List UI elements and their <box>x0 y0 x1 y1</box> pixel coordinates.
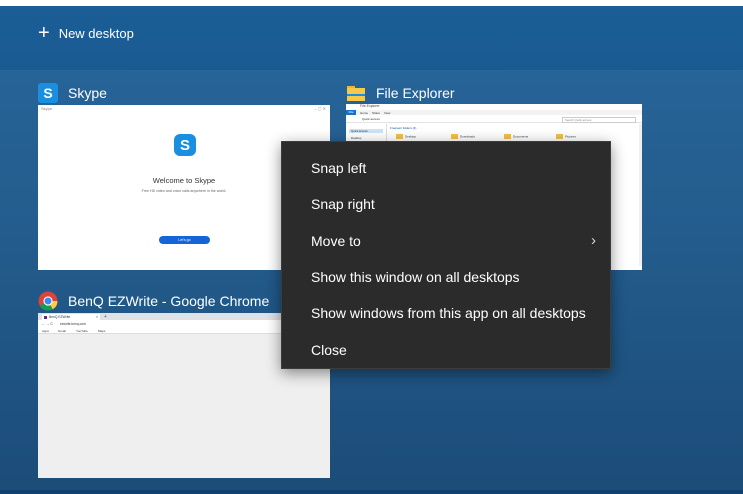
nav-arrows-icon: ← → C <box>42 321 53 326</box>
skype-title-label: Skype <box>68 85 107 101</box>
fe-ribbon-tabs: File Home Share View <box>346 110 642 115</box>
fe-address-bar: Quick access Search Quick access <box>346 116 642 123</box>
favicon-icon <box>44 315 47 319</box>
fe-tab-view: View <box>384 110 391 115</box>
plus-icon: + <box>38 22 50 44</box>
bookmark-item: Apps <box>42 328 49 333</box>
skype-thumb-titlebar: Skype – ▢ ✕ <box>38 105 330 112</box>
fe-folder-item: Pictures <box>556 134 576 139</box>
skype-window-title[interactable]: S Skype <box>38 83 107 103</box>
chrome-icon <box>38 291 58 311</box>
chevron-right-icon: › <box>591 232 596 250</box>
folder-icon <box>556 134 563 139</box>
fe-address-path: Quick access <box>362 117 380 121</box>
file-explorer-title-label: File Explorer <box>376 85 455 101</box>
fe-tab-share: Share <box>372 110 381 115</box>
fe-folder-item: Documents <box>504 134 528 139</box>
fe-nav-quick-access: Quick access <box>349 129 383 133</box>
menu-item-close[interactable]: Close <box>282 331 610 367</box>
skype-thumb-title: Skype <box>41 106 53 111</box>
fe-scrollbar <box>639 124 642 266</box>
bookmark-item: YouTube <box>76 328 88 333</box>
new-desktop-label: New desktop <box>58 25 134 41</box>
menu-item-show-app-windows-all-desktops[interactable]: Show windows from this app on all deskto… <box>282 295 610 331</box>
menu-item-move-to[interactable]: Move to › <box>282 223 610 259</box>
chrome-title-label: BenQ EZWrite - Google Chrome <box>68 293 270 309</box>
skype-lets-go-button[interactable]: Let's go <box>159 236 210 244</box>
bookmark-item: Maps <box>98 328 106 333</box>
menu-item-show-window-all-desktops[interactable]: Show this window on all desktops <box>282 259 610 295</box>
chrome-window-title[interactable]: BenQ EZWrite - Google Chrome <box>38 291 269 311</box>
svg-text:S: S <box>43 85 52 101</box>
bookmark-item: Gmail <box>58 328 66 333</box>
folder-icon <box>451 134 458 139</box>
skype-logo-icon: S <box>174 134 196 156</box>
skype-icon: S <box>38 83 58 103</box>
top-edge <box>0 0 743 6</box>
fe-tab-file: File <box>346 110 356 115</box>
folder-icon <box>346 83 366 103</box>
chrome-url: ezwrite.benq.com <box>60 321 86 326</box>
folder-icon <box>396 134 403 139</box>
fe-tab-home: Home <box>360 110 369 115</box>
window-controls-icon: – ▢ ✕ <box>314 106 326 111</box>
folder-icon <box>504 134 511 139</box>
fe-search-box: Search Quick access <box>562 116 636 123</box>
fe-folder-item: Desktop <box>396 134 416 139</box>
fe-folder-item: Downloads <box>451 134 475 139</box>
file-explorer-window-title[interactable]: File Explorer <box>346 83 455 103</box>
menu-item-snap-left[interactable]: Snap left <box>282 150 610 186</box>
menu-item-snap-right[interactable]: Snap right <box>282 186 610 222</box>
fe-frequent-folders-header: Frequent folders (4) <box>390 126 417 130</box>
window-context-menu: Snap left Snap right Move to › Show this… <box>281 141 611 369</box>
new-desktop-button[interactable]: + New desktop <box>38 22 134 44</box>
fe-nav-desktop: Desktop <box>351 136 362 140</box>
new-tab-icon: + <box>104 313 107 320</box>
